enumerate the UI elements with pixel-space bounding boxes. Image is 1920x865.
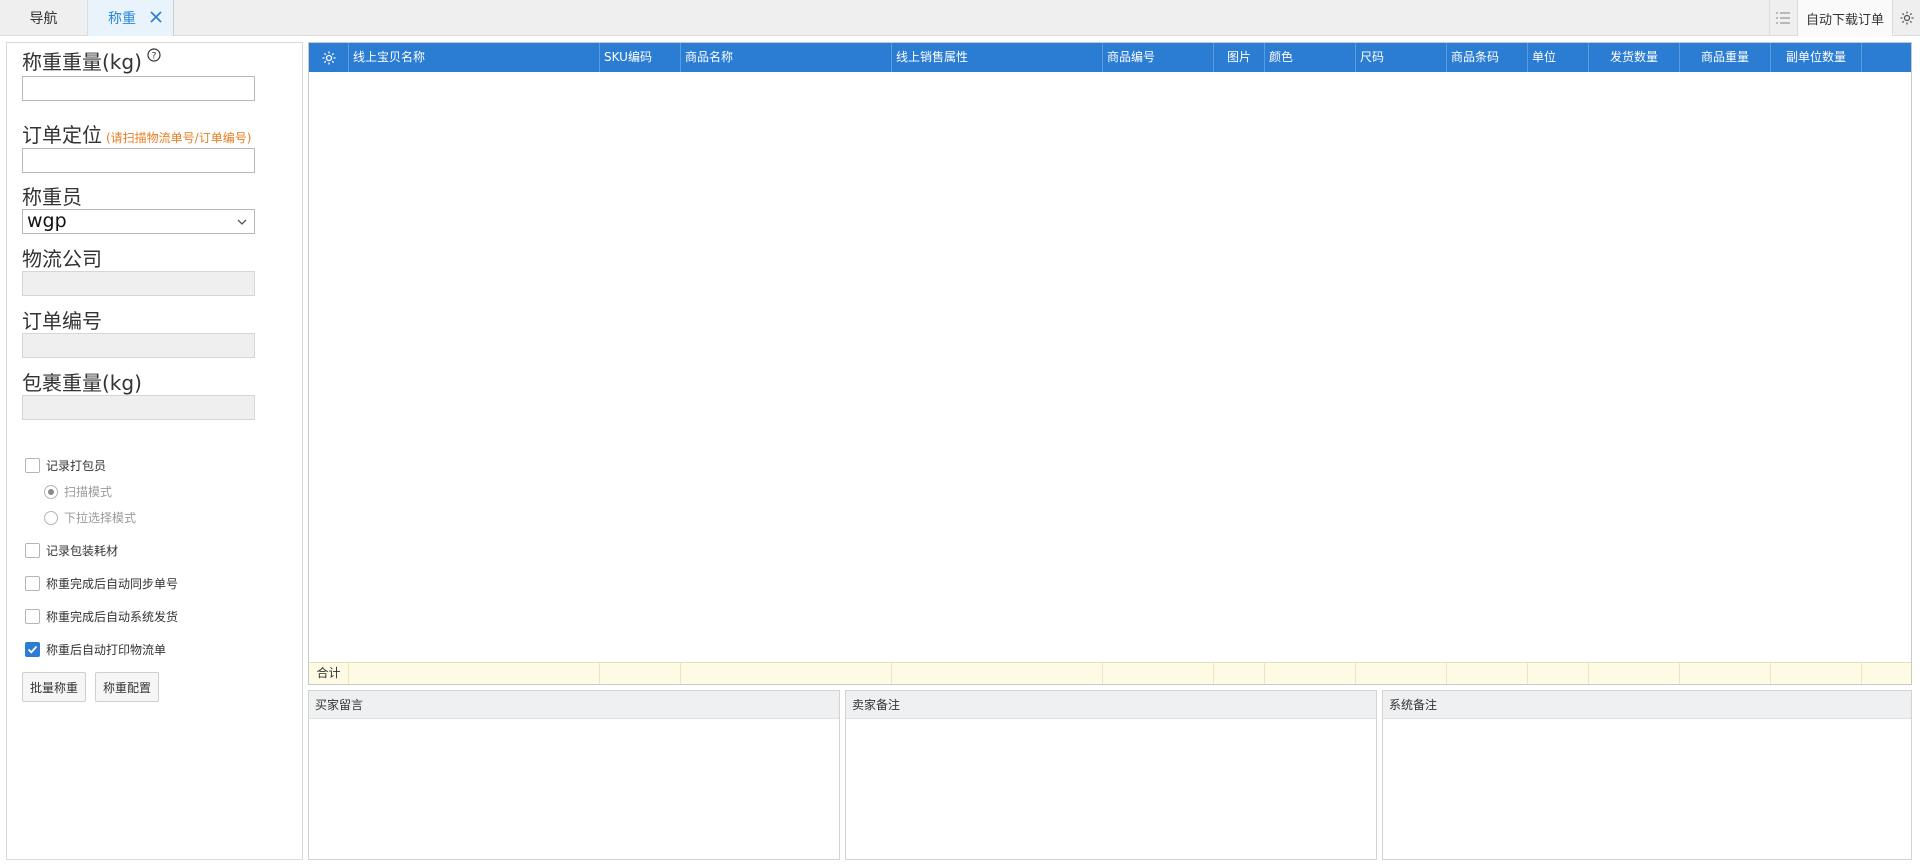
- help-icon[interactable]: ?: [147, 48, 161, 62]
- weight-label: 称重重量(kg): [22, 50, 142, 74]
- col-sub-unit-qty[interactable]: 副单位数量: [1771, 43, 1862, 72]
- dropdown-mode-label: 下拉选择模式: [64, 511, 137, 525]
- tab-navigation-label: 导航: [29, 11, 58, 27]
- weight-input[interactable]: [22, 76, 255, 101]
- auto-print-option[interactable]: 称重后自动打印物流单: [25, 641, 166, 658]
- weigh-config-button[interactable]: 称重配置: [95, 672, 160, 702]
- col-product-no[interactable]: 商品编号: [1103, 43, 1214, 72]
- col-size[interactable]: 尺码: [1356, 43, 1447, 72]
- col-image[interactable]: 图片: [1214, 43, 1265, 72]
- check-icon: [27, 645, 38, 654]
- auto-sync-checkbox[interactable]: [25, 576, 40, 591]
- top-tab-bar: 导航 称重 自动下载订单: [0, 0, 1920, 36]
- order-locate-input[interactable]: [22, 148, 255, 173]
- weigher-select[interactable]: wgp: [22, 209, 255, 234]
- total-cell: [1214, 663, 1265, 684]
- auto-print-checkbox[interactable]: [25, 642, 40, 657]
- order-locate-label: 订单定位: [22, 123, 102, 147]
- batch-weigh-button[interactable]: 批量称重: [22, 672, 87, 702]
- order-no-label: 订单编号: [22, 309, 102, 333]
- col-sku-code[interactable]: SKU编码: [600, 43, 681, 72]
- chevron-down-icon: [237, 219, 247, 225]
- batch-weigh-label: 批量称重: [30, 680, 79, 695]
- order-no-field: [22, 333, 255, 358]
- buyer-message-title: 买家留言: [309, 691, 839, 719]
- total-cell: [1680, 663, 1771, 684]
- dropdown-mode-radio[interactable]: [44, 510, 58, 525]
- scan-mode-label: 扫描模式: [64, 485, 113, 499]
- total-cell: [349, 663, 600, 684]
- total-cell: [892, 663, 1103, 684]
- auto-ship-label: 称重完成后自动系统发货: [46, 610, 179, 624]
- record-material-option[interactable]: 记录包装耗材: [25, 542, 118, 559]
- total-cell: [1265, 663, 1356, 684]
- col-color[interactable]: 颜色: [1265, 43, 1356, 72]
- col-barcode[interactable]: 商品条码: [1447, 43, 1528, 72]
- total-label: 合计: [309, 663, 349, 684]
- total-cell: [1771, 663, 1862, 684]
- col-ship-qty[interactable]: 发货数量: [1589, 43, 1680, 72]
- order-locate-label-row: 订单定位 (请扫描物流单号/订单编号): [22, 119, 251, 148]
- weigh-form-panel: 称重重量(kg) ? 订单定位 (请扫描物流单号/订单编号) 称重员 wgp 物流…: [6, 42, 303, 860]
- package-weight-label: 包裹重量(kg): [22, 371, 142, 395]
- col-online-item-name[interactable]: 线上宝贝名称: [349, 43, 600, 72]
- auto-download-orders-label: 自动下载订单: [1805, 12, 1884, 28]
- grid-header: 线上宝贝名称 SKU编码 商品名称 线上销售属性 商品编号 图片 颜色 尺码 商…: [309, 43, 1911, 72]
- total-cell: [681, 663, 892, 684]
- col-online-sales-attr[interactable]: 线上销售属性: [892, 43, 1103, 72]
- auto-ship-option[interactable]: 称重完成后自动系统发货: [25, 608, 178, 625]
- record-packer-checkbox[interactable]: [25, 458, 40, 473]
- svg-text:?: ?: [152, 52, 157, 62]
- seller-note-panel: 卖家备注: [845, 690, 1377, 860]
- weigh-config-label: 称重配置: [103, 680, 152, 695]
- grid-total-row: 合计: [309, 662, 1911, 684]
- col-unit[interactable]: 单位: [1528, 43, 1589, 72]
- total-cell: [1528, 663, 1589, 684]
- weigher-value: wgp: [27, 210, 67, 232]
- logistics-label: 物流公司: [22, 247, 102, 271]
- auto-sync-label: 称重完成后自动同步单号: [46, 577, 179, 591]
- logistics-field: [22, 271, 255, 296]
- tab-weigh[interactable]: 称重: [88, 0, 174, 36]
- system-note-title: 系统备注: [1383, 691, 1911, 719]
- record-material-label: 记录包装耗材: [46, 544, 119, 558]
- tab-weigh-label: 称重: [108, 11, 136, 27]
- package-weight-field: [22, 395, 255, 420]
- scan-mode-radio[interactable]: [44, 484, 58, 499]
- system-note-panel: 系统备注: [1382, 690, 1912, 860]
- dropdown-mode-option[interactable]: 下拉选择模式: [44, 509, 136, 526]
- close-icon[interactable]: [148, 9, 164, 25]
- total-cell: [600, 663, 681, 684]
- total-cell: [1589, 663, 1680, 684]
- auto-ship-checkbox[interactable]: [25, 609, 40, 624]
- order-locate-hint: (请扫描物流单号/订单编号): [106, 131, 252, 145]
- order-items-grid: 线上宝贝名称 SKU编码 商品名称 线上销售属性 商品编号 图片 颜色 尺码 商…: [308, 42, 1912, 685]
- col-product-name[interactable]: 商品名称: [681, 43, 892, 72]
- scan-mode-option[interactable]: 扫描模式: [44, 483, 112, 500]
- record-packer-option[interactable]: 记录打包员: [25, 457, 106, 474]
- tab-navigation[interactable]: 导航: [0, 0, 88, 36]
- total-cell: [1356, 663, 1447, 684]
- list-icon[interactable]: [1768, 0, 1797, 36]
- auto-print-label: 称重后自动打印物流单: [46, 643, 167, 657]
- auto-sync-option[interactable]: 称重完成后自动同步单号: [25, 575, 178, 592]
- gear-icon[interactable]: [1892, 0, 1920, 36]
- total-cell: [1103, 663, 1214, 684]
- record-packer-label: 记录打包员: [46, 459, 107, 473]
- col-product-weight[interactable]: 商品重量: [1680, 43, 1771, 72]
- auto-download-orders-button[interactable]: 自动下载订单: [1796, 0, 1892, 36]
- record-material-checkbox[interactable]: [25, 543, 40, 558]
- seller-note-title: 卖家备注: [846, 691, 1376, 719]
- total-cell: [1447, 663, 1528, 684]
- col-empty: [1862, 43, 1911, 72]
- grid-settings-gear-icon[interactable]: [309, 43, 349, 72]
- weigher-label: 称重员: [22, 185, 82, 209]
- buyer-message-panel: 买家留言: [308, 690, 840, 860]
